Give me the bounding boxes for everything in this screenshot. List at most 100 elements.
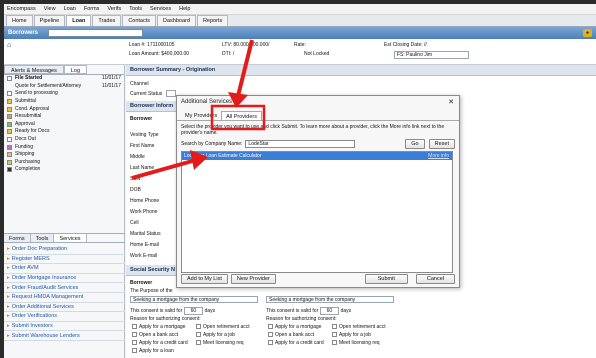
milestone-item[interactable]: Submittal xyxy=(7,98,124,106)
milestone-item[interactable]: Quote for Settlement/Attorney 11/01/17 xyxy=(7,83,124,91)
reason-checkbox[interactable]: Apply for a loan xyxy=(132,348,174,354)
home-icon[interactable]: ⌂ xyxy=(7,42,11,49)
tab-reports[interactable]: Reports xyxy=(196,15,229,26)
add-to-my-list-button[interactable]: Add to My List xyxy=(181,274,228,284)
tab-forms[interactable]: Forms xyxy=(4,234,31,242)
menu-services[interactable]: Services xyxy=(150,6,171,12)
dialog-tabs: My Providers All Providers xyxy=(177,111,459,121)
milestone-item[interactable]: Resubmittal xyxy=(7,113,124,121)
ssn-section-header: Social Security N xyxy=(126,265,180,276)
submit-button[interactable]: Submit xyxy=(364,274,408,284)
tab-trades[interactable]: Trades xyxy=(92,15,122,26)
milestone-item[interactable]: Docs Out xyxy=(7,136,124,144)
milestone-item[interactable]: Completion xyxy=(7,166,124,174)
field-label: Middle xyxy=(130,154,145,160)
tab-contacts[interactable]: Contacts xyxy=(122,15,157,26)
close-icon[interactable]: ✕ xyxy=(448,98,454,106)
status-field[interactable] xyxy=(166,90,176,97)
reset-button[interactable]: Reset xyxy=(428,139,455,149)
reason-checkbox[interactable]: Open retirement acct xyxy=(196,324,250,330)
menu-loan[interactable]: Loan xyxy=(64,6,76,12)
reason-checkbox[interactable]: Apply for a credit card xyxy=(268,340,324,346)
service-item[interactable]: Order Mortgage Insurance xyxy=(4,274,125,284)
field-label: DOB xyxy=(130,187,141,193)
menu-verifs[interactable]: Verifs xyxy=(107,6,121,12)
seeking-field-2[interactable]: Seeking a mortgage from the company xyxy=(266,296,394,303)
tab-all-providers[interactable]: All Providers xyxy=(221,111,262,120)
officer-select[interactable]: FS: Paulino Jim xyxy=(394,51,469,59)
field-label: Marital Status xyxy=(130,231,161,237)
milestone-item[interactable]: Cond. Approval xyxy=(7,105,124,113)
borrower-select[interactable] xyxy=(48,29,144,37)
rate: Rate: xyxy=(294,42,306,48)
milestone-icon xyxy=(7,144,12,150)
search-row: Search by Company Name: LodeStar Go Rese… xyxy=(177,139,459,149)
milestone-item[interactable]: Approval xyxy=(7,121,124,129)
service-item[interactable]: Register MERS xyxy=(4,255,125,265)
seeking-field[interactable]: Seeking a mortgage from the company xyxy=(130,296,258,303)
tab-home[interactable]: Home xyxy=(6,15,33,26)
more-info-link[interactable]: More info xyxy=(428,153,449,159)
menu-encompass[interactable]: Encompass xyxy=(7,6,36,12)
milestone-item[interactable]: Purchasing xyxy=(7,159,124,167)
service-item[interactable]: Order Additional Services xyxy=(4,303,125,313)
tab-tools[interactable]: Tools xyxy=(30,234,55,242)
reason-checkbox[interactable]: Apply for a credit card xyxy=(132,340,188,346)
service-item[interactable]: Order Fraud/Audit Services xyxy=(4,283,125,293)
milestone-icon xyxy=(7,152,12,158)
search-input[interactable]: LodeStar xyxy=(245,140,356,148)
reason-checkbox[interactable]: Apply for a mortgage xyxy=(132,324,185,330)
milestone-item[interactable]: Funding xyxy=(7,143,124,151)
days-field-2[interactable]: 60 xyxy=(319,307,340,315)
reason-checkbox[interactable]: Apply for a job xyxy=(196,332,235,338)
service-item[interactable]: Order Doc Preparation xyxy=(4,245,125,255)
menu-forms[interactable]: Forms xyxy=(84,6,100,12)
tab-dashboard[interactable]: Dashboard xyxy=(157,15,196,26)
status-label: Current Status xyxy=(130,91,163,97)
reason-checkbox[interactable]: Meet licensing req xyxy=(332,340,380,346)
services-tabs: Forms Tools Services xyxy=(4,233,125,243)
borrower-label: Borrower xyxy=(130,116,153,122)
reason-checkbox[interactable]: Apply for a mortgage xyxy=(268,324,321,330)
milestone-item[interactable]: Shipping xyxy=(7,151,124,159)
tab-my-providers[interactable]: My Providers xyxy=(181,111,221,120)
cancel-button[interactable]: Cancel xyxy=(415,274,455,284)
service-item[interactable]: Order Verifications xyxy=(4,312,125,322)
service-item[interactable]: Submit Investors xyxy=(4,322,125,332)
tab-loan[interactable]: Loan xyxy=(66,15,92,26)
menu-tools[interactable]: Tools xyxy=(129,6,142,12)
ltv: LTV: 80.000/100.000/ xyxy=(222,42,270,48)
milestone-icon xyxy=(7,99,12,105)
help-badge[interactable]: ● xyxy=(582,29,592,37)
reason-checkbox[interactable]: Apply for a job xyxy=(332,332,371,338)
new-provider-button[interactable]: New Provider xyxy=(230,274,276,284)
milestone-icon xyxy=(7,76,12,82)
reason-checkbox[interactable]: Open retirement acct xyxy=(332,324,386,330)
reason-checkbox[interactable]: Open a bank acct xyxy=(132,332,178,338)
milestone-item[interactable]: Send to processing xyxy=(7,90,124,98)
tab-pipeline[interactable]: Pipeline xyxy=(33,15,66,26)
tab-services[interactable]: Services xyxy=(54,234,87,242)
milestone-list: File Started 11/01/17 Quote for Settlemen… xyxy=(4,75,124,174)
field-label: SSN xyxy=(130,176,141,182)
milestone-item[interactable]: Ready for Docs xyxy=(7,128,124,136)
dialog-title: Additional Services xyxy=(181,98,233,105)
field-label: Last Name xyxy=(130,165,155,171)
tab-log[interactable]: Log xyxy=(63,65,88,74)
service-item[interactable]: Submit Warehouse Lenders xyxy=(4,331,125,341)
purpose-label: The Purpose of the xyxy=(130,288,173,294)
menu-help[interactable]: Help xyxy=(179,6,190,12)
field-label: Home Phone xyxy=(130,198,160,204)
reason-checkbox[interactable]: Meet licensing req xyxy=(196,340,244,346)
service-item[interactable]: Request HMDA Management xyxy=(4,293,125,303)
days-field[interactable]: 60 xyxy=(183,307,204,315)
menu-view[interactable]: View xyxy=(44,6,56,12)
service-item[interactable]: Order AVM xyxy=(4,264,125,274)
services-list: Order Doc Preparation Register MERS Orde… xyxy=(4,245,125,341)
provider-row[interactable]: LodeStar Loan Estimate Calculator More i… xyxy=(182,152,452,160)
main-tabs: Home Pipeline Loan Trades Contacts Dashb… xyxy=(4,15,596,27)
milestone-item[interactable]: File Started 11/01/17 xyxy=(7,75,124,83)
reason-checkbox[interactable]: Open a bank acct xyxy=(268,332,314,338)
go-button[interactable]: Go xyxy=(405,139,425,149)
tab-alerts[interactable]: Alerts & Messages xyxy=(4,65,64,74)
